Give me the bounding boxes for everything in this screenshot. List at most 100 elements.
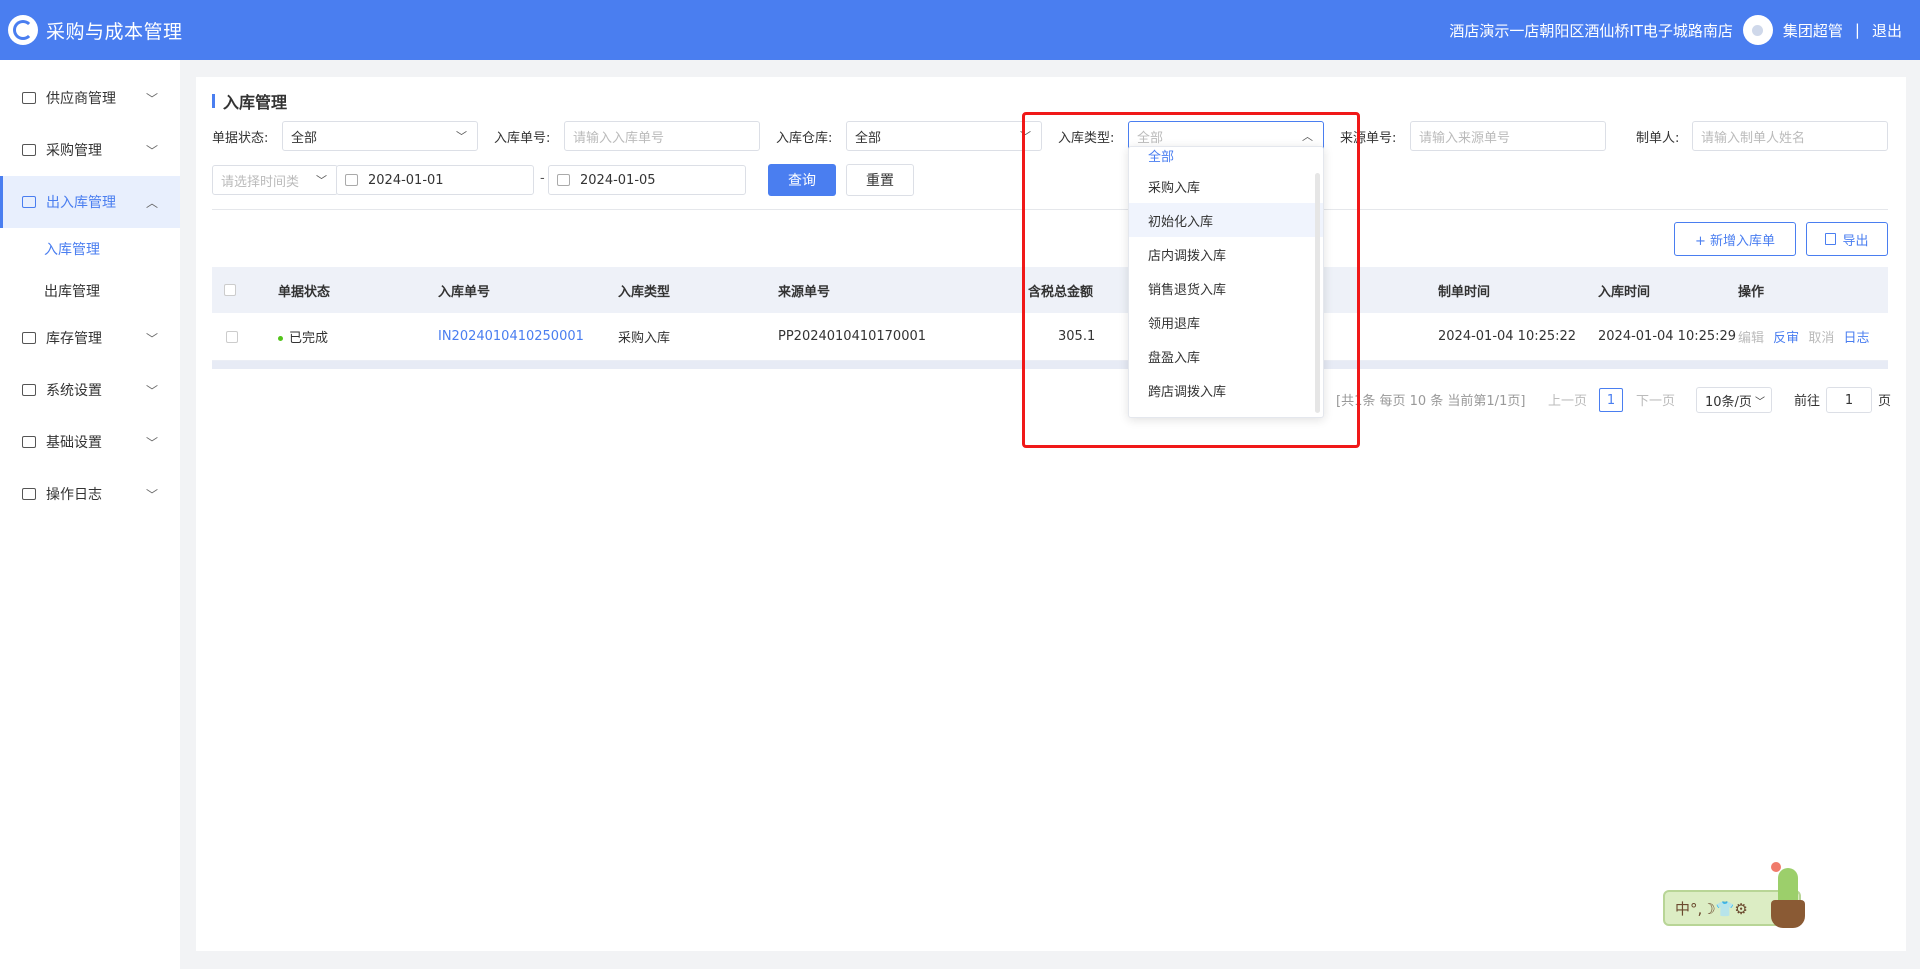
col-created-time: 制单时间	[1438, 284, 1491, 300]
sidebar-item-label: 出入库管理	[46, 195, 116, 211]
warehouse-select-value: 全部	[855, 130, 882, 146]
next-page-button[interactable]: 下一页	[1636, 390, 1675, 409]
warehouse-select[interactable]: 全部 ﹀	[846, 121, 1042, 151]
page-title: 入库管理	[212, 89, 287, 113]
supplier-icon	[22, 92, 36, 104]
chevron-down-icon: ﹀	[145, 331, 158, 346]
col-order-no: 入库单号	[438, 284, 491, 300]
reset-button[interactable]: 重置	[846, 164, 914, 196]
chevron-down-icon: ﹀	[145, 487, 158, 502]
avatar[interactable]	[1742, 15, 1773, 45]
sidebar-item-label: 系统设置	[46, 383, 102, 399]
stock-in-time-cell: 2024-01-04 10:25:29	[1598, 329, 1737, 344]
col-stock-in-time: 入库时间	[1598, 284, 1651, 300]
log-icon	[22, 488, 36, 500]
sidebar-subitem-stock-in[interactable]: 入库管理	[0, 228, 180, 270]
sidebar-item-label: 基础设置	[46, 435, 102, 451]
pagination-summary: [共1条 每页 10 条 当前第1/1页]	[1336, 394, 1526, 409]
query-button[interactable]: 查询	[768, 164, 836, 196]
sidebar-item-system[interactable]: 系统设置 ﹀	[0, 364, 180, 416]
header-separator: |	[1854, 21, 1860, 39]
cancel-button[interactable]: 取消	[1808, 331, 1834, 346]
end-date-input[interactable]: 2024-01-05	[548, 165, 746, 195]
sidebar-item-inventory[interactable]: 库存管理 ﹀	[0, 312, 180, 364]
chevron-down-icon: ﹀	[316, 174, 327, 187]
sidebar-item-supplier[interactable]: 供应商管理 ﹀	[0, 72, 180, 124]
sidebar-item-inout[interactable]: 出入库管理 ︿	[0, 176, 180, 228]
prev-page-button[interactable]: 上一页	[1548, 390, 1587, 409]
chevron-down-icon: ﹀	[145, 383, 158, 398]
sidebar-item-basic[interactable]: 基础设置 ﹀	[0, 416, 180, 468]
order-no-input[interactable]: 请输入入库单号	[564, 121, 760, 151]
chevron-down-icon: ﹀	[145, 143, 158, 158]
col-source-no: 来源单号	[778, 284, 831, 300]
type-cell: 采购入库	[618, 331, 671, 346]
logout-link[interactable]: 退出	[1872, 20, 1902, 41]
end-date-value: 2024-01-05	[580, 172, 656, 188]
sidebar-item-purchase[interactable]: 采购管理 ﹀	[0, 124, 180, 176]
page-number-1[interactable]: 1	[1599, 388, 1623, 412]
row-checkbox[interactable]	[226, 331, 238, 343]
source-no-input[interactable]: 请输入来源单号	[1410, 121, 1606, 151]
top-header: 采购与成本管理 酒店演示一店朝阳区酒仙桥IT电子城路南店 集团超管 | 退出	[0, 0, 1920, 60]
chevron-up-icon: ︿	[145, 195, 158, 210]
sidebar-item-label: 库存管理	[46, 331, 102, 347]
chevron-down-icon: ﹀	[456, 130, 467, 143]
select-all-checkbox[interactable]	[224, 284, 236, 296]
app-title: 采购与成本管理	[46, 20, 183, 43]
status-text: 已完成	[289, 331, 329, 346]
sidebar-item-label: 操作日志	[46, 487, 102, 503]
status-dot-icon	[278, 336, 283, 341]
col-actions: 操作	[1738, 284, 1765, 300]
export-label: 导出	[1842, 233, 1869, 249]
status-select[interactable]: 全部 ﹀	[282, 121, 478, 151]
log-button[interactable]: 日志	[1843, 331, 1869, 346]
header-user-area: 酒店演示一店朝阳区酒仙桥IT电子城路南店 集团超管 | 退出	[1449, 0, 1902, 60]
time-type-select[interactable]: 请选择时间类 ﹀	[212, 165, 338, 195]
calendar-icon	[557, 174, 570, 186]
status-badge: 已完成	[278, 327, 328, 346]
status-select-value: 全部	[291, 130, 318, 146]
edit-button[interactable]: 编辑	[1738, 331, 1764, 346]
cactus-icon	[1778, 868, 1798, 904]
sidebar-item-label: 采购管理	[46, 143, 102, 159]
sidebar-subitem-stock-out[interactable]: 出库管理	[0, 270, 180, 312]
ime-widget[interactable]: 中°,☽👕⚙	[1663, 860, 1811, 930]
order-no-link[interactable]: IN2024010410250001	[438, 329, 584, 344]
highlight-annotation	[1022, 112, 1360, 448]
goto-suffix: 页	[1878, 394, 1892, 409]
export-icon	[1825, 233, 1837, 245]
flower-icon	[1771, 862, 1781, 872]
goto-page-input[interactable]: 1	[1826, 387, 1872, 413]
time-type-placeholder: 请选择时间类	[221, 174, 300, 190]
purchase-icon	[22, 144, 36, 156]
system-icon	[22, 384, 36, 396]
start-date-input[interactable]: 2024-01-01	[336, 165, 534, 195]
user-name[interactable]: 集团超管	[1783, 20, 1843, 41]
order-no-label: 入库单号:	[494, 131, 551, 146]
status-filter-label: 单据状态:	[212, 131, 269, 146]
add-stock-in-button[interactable]: + 新增入库单	[1674, 222, 1796, 256]
app-logo: 采购与成本管理	[8, 15, 183, 45]
sidebar-item-log[interactable]: 操作日志 ﹀	[0, 468, 180, 520]
chevron-down-icon: ﹀	[145, 91, 158, 106]
inventory-icon	[22, 332, 36, 344]
date-separator: -	[540, 171, 545, 186]
reverse-audit-button[interactable]: 反审	[1773, 331, 1799, 346]
chevron-down-icon: ﹀	[145, 435, 158, 450]
store-selector[interactable]: 酒店演示一店朝阳区酒仙桥IT电子城路南店	[1449, 20, 1733, 41]
export-button[interactable]: 导出	[1806, 222, 1888, 256]
creator-label: 制单人:	[1636, 131, 1680, 146]
inout-icon	[22, 196, 36, 208]
creator-input[interactable]: 请输入制单人姓名	[1692, 121, 1888, 151]
goto-label: 前往	[1794, 394, 1821, 409]
pot-icon	[1771, 900, 1805, 928]
sidebar-item-label: 供应商管理	[46, 91, 116, 107]
logo-icon	[8, 15, 38, 45]
warehouse-label: 入库仓库:	[776, 131, 833, 146]
created-time-cell: 2024-01-04 10:25:22	[1438, 329, 1577, 344]
col-type: 入库类型	[618, 284, 671, 300]
chevron-down-icon: ﹀	[1755, 396, 1765, 408]
row-actions: 编辑 反审 取消 日志	[1738, 327, 1869, 346]
page-size-select[interactable]: 10条/页 ﹀	[1696, 387, 1772, 413]
